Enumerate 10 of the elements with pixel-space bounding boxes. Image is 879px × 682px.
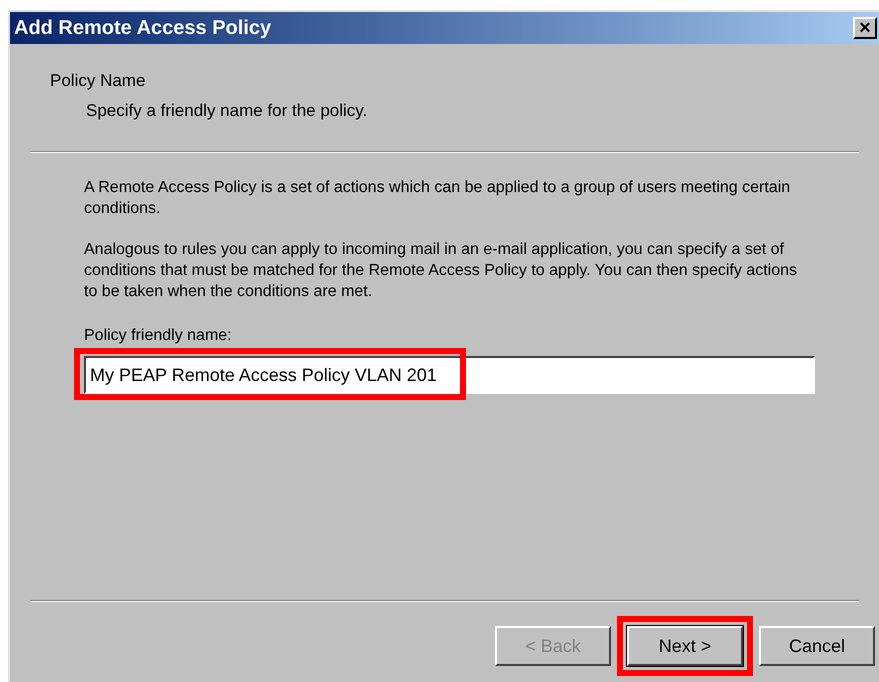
- field-label: Policy friendly name:: [84, 326, 232, 346]
- wizard-button[interactable]: Next >: [627, 626, 743, 666]
- description-text: A Remote Access Policy is a set of actions which can be applied to a group of users meeting certain conditions.: [84, 178, 792, 219]
- page-title: Policy Name: [50, 70, 146, 92]
- window-title: Add Remote Access Policy: [14, 16, 272, 41]
- name-field[interactable]: My PEAP Remote Access Policy VLAN 201: [84, 356, 815, 394]
- close-button[interactable]: ×: [853, 17, 877, 39]
- wizard-button[interactable]: Cancel: [759, 626, 875, 666]
- description-text: Analogous to rules you can apply to incoming mail in an e-mail application, you can specify a set of conditions that must be matched for the Remote Access Policy to apply. You can then specify actions to be taken when the conditions are met.: [84, 240, 798, 302]
- page-subtitle: Specify a friendly name for the policy.: [85, 100, 368, 122]
